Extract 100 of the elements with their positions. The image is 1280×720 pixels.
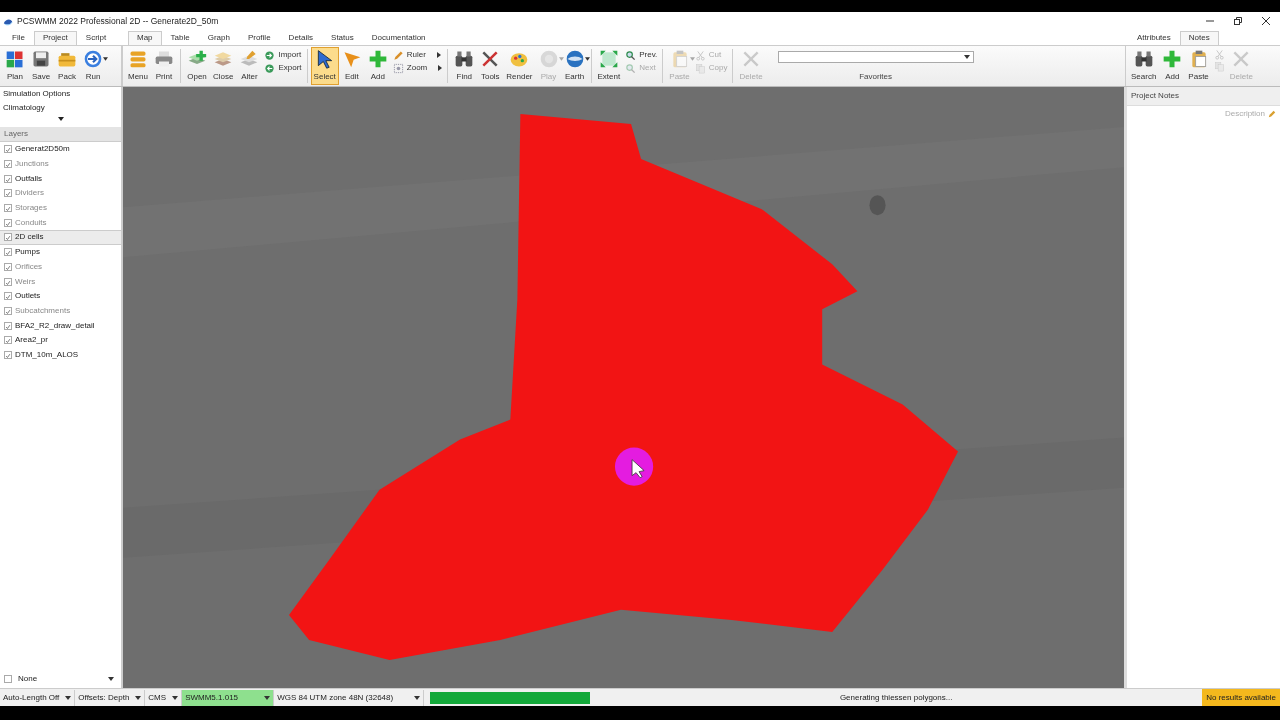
status-dropdown[interactable]: Offsets: Depth: [75, 689, 146, 706]
toolbar-button[interactable]: Render: [503, 47, 536, 85]
toolbar-button[interactable]: Zoom: [390, 62, 445, 74]
tab[interactable]: Project: [33, 31, 77, 45]
toolbar-button[interactable]: Run: [80, 47, 106, 85]
toolbar-button[interactable]: Pack: [54, 47, 80, 85]
toolbar-button[interactable]: Tools: [477, 47, 504, 85]
caret-icon: [963, 55, 970, 59]
toolbar-button[interactable]: Save: [28, 47, 54, 85]
extent-icon: [598, 49, 619, 69]
floppy-icon: [31, 49, 51, 69]
tab[interactable]: Table: [161, 31, 199, 45]
caret-icon: [414, 695, 421, 700]
checkbox[interactable]: [4, 248, 12, 257]
sidebar-item[interactable]: Climatology: [0, 101, 121, 115]
scissors-icon: [1213, 49, 1225, 60]
delete-icon: [741, 49, 761, 69]
zoom-icon: [392, 62, 404, 74]
toolbar-button[interactable]: Print: [151, 47, 177, 85]
caret-icon: [558, 57, 564, 61]
favorites-dropdown[interactable]: [777, 51, 974, 63]
disc-icon: [538, 49, 559, 69]
status-dropdown[interactable]: SWMM5.1.015: [182, 689, 275, 706]
layer-name[interactable]: Area2_pr: [15, 334, 48, 347]
layer-name[interactable]: Orifices: [15, 260, 43, 273]
tab[interactable]: File: [3, 31, 34, 45]
checkbox[interactable]: [4, 233, 12, 242]
search-icon: [625, 49, 637, 61]
toolbar-button[interactable]: Plan: [2, 47, 28, 85]
checkbox[interactable]: [4, 145, 12, 154]
toolbar-button[interactable]: Close: [210, 47, 237, 85]
checkbox[interactable]: [4, 350, 12, 359]
checkbox[interactable]: [4, 292, 12, 301]
checkbox[interactable]: [4, 306, 12, 315]
tab[interactable]: Status: [322, 31, 363, 45]
toolbar-button[interactable]: Add: [364, 47, 391, 85]
layer-name[interactable]: Pumps: [15, 246, 40, 259]
caret-icon: [689, 57, 695, 61]
toolbar-button[interactable]: Add: [1159, 47, 1186, 85]
tab[interactable]: Notes: [1179, 31, 1219, 45]
toolbar-button[interactable]: Import: [262, 49, 304, 61]
expand-icon[interactable]: [57, 117, 64, 121]
tab[interactable]: Graph: [198, 31, 239, 45]
layer-name[interactable]: Dividers: [15, 187, 44, 200]
toolbar-button[interactable]: Edit: [338, 47, 365, 85]
layer-name[interactable]: Subcatchments: [15, 304, 71, 317]
tab[interactable]: Profile: [238, 31, 280, 45]
checkbox[interactable]: [4, 160, 12, 169]
toolbar-button[interactable]: Prev.: [623, 49, 660, 61]
checkbox[interactable]: [4, 262, 12, 271]
layer-name[interactable]: Outlets: [15, 290, 41, 303]
sidebar-item[interactable]: Simulation Options: [0, 87, 121, 101]
toolbar-button[interactable]: Open: [184, 47, 210, 85]
export-icon: [264, 62, 276, 74]
import-icon: [264, 49, 276, 61]
toolbar-button[interactable]: Earth: [561, 47, 588, 85]
restore-icon[interactable]: [1233, 16, 1243, 26]
status-dropdown[interactable]: Auto-Length Off: [0, 689, 76, 706]
layer-name[interactable]: Junctions: [15, 158, 49, 171]
toolbar-button[interactable]: Search: [1128, 47, 1160, 85]
plus-icon: [367, 49, 388, 69]
layer-name[interactable]: Outfalls: [15, 172, 43, 185]
status-dropdown[interactable]: WGS 84 UTM zone 48N (32648): [274, 689, 425, 706]
layer-name[interactable]: Weirs: [15, 275, 36, 288]
tab[interactable]: Script: [76, 31, 116, 45]
close-icon[interactable]: [1261, 16, 1271, 26]
checkbox[interactable]: [4, 218, 12, 227]
copy-icon: [694, 62, 706, 74]
toolbar-button[interactable]: Select: [310, 47, 339, 85]
layer-name[interactable]: Storages: [15, 202, 48, 215]
toolbar-button[interactable]: Export: [262, 62, 304, 74]
search-icon: [625, 62, 637, 74]
tab[interactable]: Map: [128, 31, 162, 45]
checkbox[interactable]: [4, 336, 12, 345]
tab[interactable]: Documentation: [362, 31, 435, 45]
toolbar-button[interactable]: Ruler: [390, 49, 445, 61]
toolbar-button[interactable]: Alter: [236, 47, 263, 85]
layer-name[interactable]: Generat2D50m: [15, 143, 70, 156]
toolbar-button[interactable]: Find: [451, 47, 478, 85]
layer-name[interactable]: DTM_10m_ALOS: [15, 348, 79, 361]
toolbar-button[interactable]: Paste: [1185, 47, 1212, 85]
checkbox[interactable]: [4, 277, 12, 286]
layer-name[interactable]: BFA2_R2_draw_detail: [15, 319, 95, 332]
caret-icon: [65, 695, 72, 700]
pencil-icon: [392, 49, 404, 61]
pencil-icon[interactable]: [1268, 110, 1276, 118]
checkbox[interactable]: [4, 321, 12, 330]
toolbar-button[interactable]: Menu: [125, 47, 151, 85]
layer-name[interactable]: Conduits: [15, 216, 47, 229]
checkbox[interactable]: [4, 189, 12, 198]
caret-icon: [172, 695, 179, 700]
globe-icon: [564, 49, 585, 69]
checkbox[interactable]: [4, 675, 12, 683]
checkbox[interactable]: [4, 174, 12, 183]
panel-header: Project Notes: [1127, 87, 1280, 106]
tab[interactable]: Attributes: [1128, 31, 1180, 45]
toolbar-button[interactable]: Extent: [594, 47, 624, 85]
checkbox[interactable]: [4, 204, 12, 213]
backdrop-dropdown[interactable]: None: [15, 671, 117, 687]
tab[interactable]: Details: [279, 31, 323, 45]
